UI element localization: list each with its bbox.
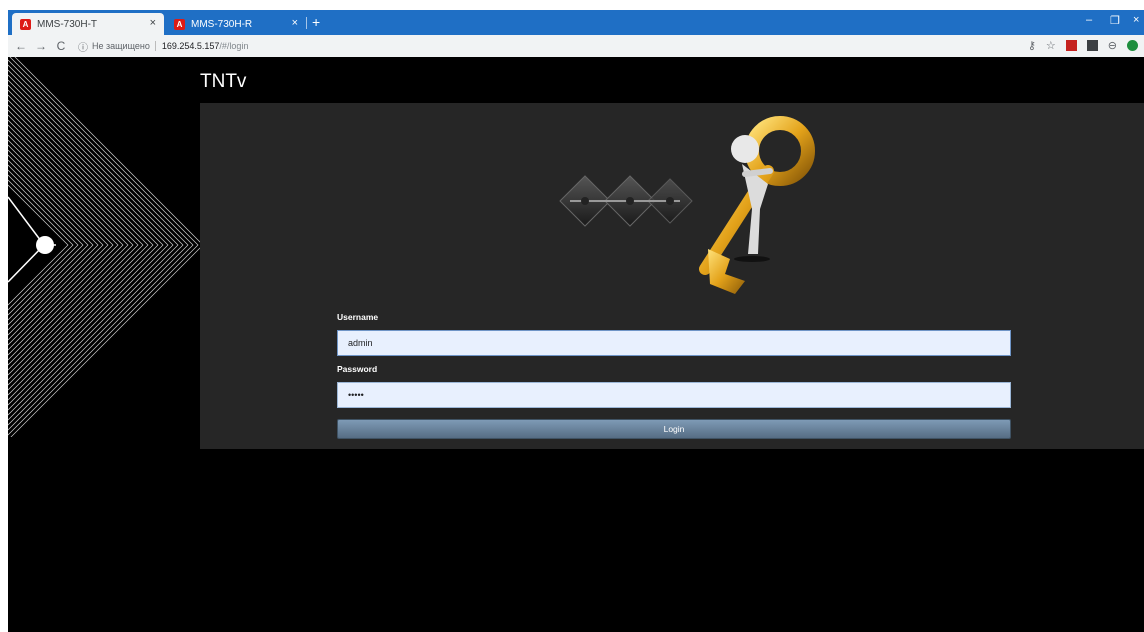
browser-toolbar: ← → C ⓘ Не защищено 169.254.5.157 /#/log… — [8, 35, 1144, 57]
back-arrow-icon[interactable]: ← — [14, 39, 28, 53]
reload-icon[interactable]: C — [54, 39, 68, 53]
password-label: Password — [337, 364, 378, 374]
green-extension-icon[interactable] — [1127, 40, 1138, 51]
tab-mms-730h-r[interactable]: A MMS-730H-R × — [166, 13, 306, 35]
chevron-decoration-icon — [8, 57, 204, 437]
info-icon[interactable]: ⓘ — [78, 39, 88, 54]
angular-favicon-icon: A — [174, 18, 185, 30]
tab-strip: A MMS-730H-T × A MMS-730H-R × + – ❐ × — [8, 0, 1144, 35]
security-status[interactable]: Не защищено — [92, 41, 150, 51]
close-icon[interactable]: × — [150, 17, 156, 29]
username-label: Username — [337, 312, 379, 322]
profile-icon[interactable]: ⊖ — [1108, 39, 1117, 52]
login-page: TNTv Username admin Password ••••• Login — [8, 57, 1144, 632]
login-button[interactable]: Login — [337, 419, 1011, 439]
browser-window: A MMS-730H-T × A MMS-730H-R × + – ❐ × ← … — [0, 0, 1144, 632]
brand-title: TNTv — [200, 71, 247, 92]
forward-arrow-icon[interactable]: → — [34, 39, 48, 53]
address-divider — [154, 41, 156, 51]
address-bar[interactable]: ⓘ Не защищено 169.254.5.157 /#/login — [78, 39, 248, 54]
tab-title: MMS-730H-R — [191, 18, 253, 30]
url-host[interactable]: 169.254.5.157 — [162, 41, 220, 51]
minimize-button[interactable]: – — [1086, 14, 1092, 26]
tab-title: MMS-730H-T — [37, 18, 98, 30]
toolbar-icons: ⚷ ☆ ⊖ — [1028, 39, 1138, 52]
login-panel: Username admin Password ••••• Login — [200, 103, 1144, 449]
pdf-extension-icon[interactable] — [1065, 40, 1077, 51]
angular-favicon-icon: A — [20, 18, 31, 30]
restore-button[interactable]: ❐ — [1110, 14, 1120, 27]
close-window-button[interactable]: × — [1133, 14, 1139, 26]
tab-mms-730h-t[interactable]: A MMS-730H-T × — [12, 13, 164, 35]
tab-separator — [306, 17, 307, 29]
bookmark-star-icon[interactable]: ☆ — [1046, 39, 1056, 52]
close-icon[interactable]: × — [292, 17, 298, 29]
password-input[interactable]: ••••• — [337, 382, 1011, 408]
key-illustration-icon — [559, 116, 815, 294]
key-icon[interactable]: ⚷ — [1028, 39, 1036, 52]
new-tab-button[interactable]: + — [312, 14, 320, 30]
extension-icon[interactable] — [1086, 40, 1098, 51]
url-path[interactable]: /#/login — [219, 41, 248, 51]
username-input[interactable]: admin — [337, 330, 1011, 356]
